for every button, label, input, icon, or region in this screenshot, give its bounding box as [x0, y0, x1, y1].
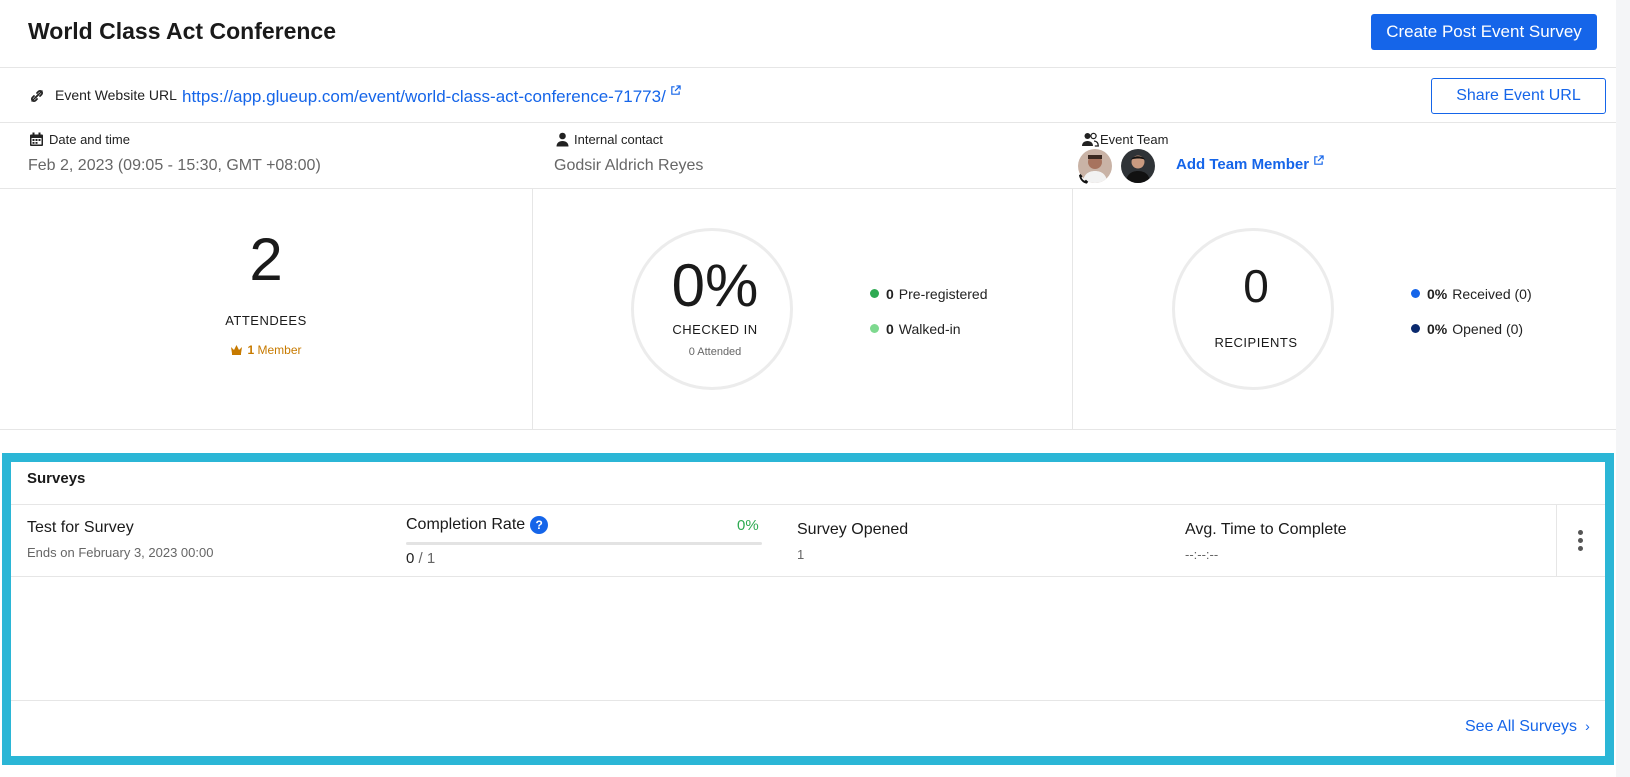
avg-time-value: --:--:--	[1185, 547, 1219, 562]
see-all-surveys-link[interactable]: See All Surveys ›	[1465, 718, 1590, 736]
attendees-label: ATTENDEES	[225, 313, 307, 328]
member-count: 1	[247, 343, 255, 357]
internal-contact-value: Godsir Aldrich Reyes	[554, 157, 704, 174]
completion-ratio: 0 / 1	[406, 550, 436, 567]
person-icon	[556, 132, 569, 147]
opened-legend: 0% Opened (0)	[1411, 321, 1523, 337]
checked-in-stat: 0% CHECKED IN 0 Attended 0 Pre-registered…	[532, 189, 1072, 430]
crown-icon	[231, 345, 243, 355]
external-link-icon	[671, 85, 681, 95]
event-url-row: Event Website URL https://app.glueup.com…	[0, 68, 1616, 123]
date-time-label: Date and time	[49, 132, 130, 147]
received-value: 0%	[1427, 286, 1448, 302]
opened-label: Opened (0)	[1452, 321, 1524, 337]
survey-opened-label: Survey Opened	[797, 521, 909, 538]
received-dot	[1411, 289, 1420, 298]
walked-in-legend: 0 Walked-in	[870, 321, 961, 337]
event-url-text: https://app.glueup.com/event/world-class…	[182, 87, 666, 106]
attendees-stat: 2 ATTENDEES 1 Member	[0, 189, 532, 430]
link-icon	[31, 90, 43, 102]
attendees-count: 2	[249, 226, 283, 293]
walked-in-value: 0	[886, 321, 894, 337]
survey-row[interactable]: Test for Survey Ends on February 3, 2023…	[11, 504, 1605, 577]
pre-registered-label: Pre-registered	[898, 286, 988, 302]
event-dashboard: World Class Act Conference Create Post E…	[0, 0, 1616, 777]
stats-divider	[1072, 189, 1073, 430]
chevron-right-icon: ›	[1585, 718, 1590, 734]
avatar-photo-2	[1121, 149, 1155, 183]
pre-registered-dot	[870, 289, 879, 298]
create-post-event-survey-button[interactable]: Create Post Event Survey	[1371, 14, 1597, 50]
total-count: 1	[426, 550, 436, 567]
completion-rate-label-group: Completion Rate?	[406, 516, 549, 534]
add-team-member-link[interactable]: Add Team Member	[1176, 155, 1324, 173]
recipients-stat: 0 RECIPIENTS 0% Received (0) 0% Opened (0)	[1072, 189, 1616, 430]
walked-in-label: Walked-in	[898, 321, 961, 337]
calendar-icon	[30, 132, 43, 146]
member-count-line: 1 Member	[0, 343, 532, 357]
date-time-value: Feb 2, 2023 (09:05 - 15:30, GMT +08:00)	[28, 157, 321, 174]
event-team-label: Event Team	[1100, 132, 1169, 147]
avg-time-label: Avg. Time to Complete	[1185, 521, 1347, 538]
scrollbar-track[interactable]	[1616, 0, 1630, 777]
external-link-icon	[1314, 155, 1324, 165]
surveys-panel: Surveys Test for Survey Ends on February…	[11, 462, 1605, 756]
surveys-footer-divider	[11, 700, 1605, 701]
attended-count: 0 Attended	[688, 346, 742, 358]
event-team-block: Event Team	[1060, 123, 1616, 189]
received-label: Received (0)	[1452, 286, 1532, 302]
recipients-label: RECIPIENTS	[1214, 335, 1298, 350]
pre-registered-value: 0	[886, 286, 894, 302]
member-label: Member	[257, 343, 302, 357]
completion-rate-label: Completion Rate	[406, 516, 526, 533]
date-time-block: Date and time Feb 2, 2023 (09:05 - 15:30…	[0, 123, 530, 189]
pre-registered-legend: 0 Pre-registered	[870, 286, 988, 302]
stats-section: 2 ATTENDEES 1 Member 0% CHECKED IN 0 Att…	[0, 189, 1616, 430]
share-event-url-button[interactable]: Share Event URL	[1431, 78, 1606, 114]
checked-in-label: CHECKED IN	[672, 322, 758, 337]
page-header: World Class Act Conference Create Post E…	[0, 0, 1616, 68]
event-url-label: Event Website URL	[55, 87, 177, 103]
help-icon[interactable]: ?	[530, 516, 549, 534]
team-icon	[1082, 132, 1099, 147]
event-info-row: Date and time Feb 2, 2023 (09:05 - 15:30…	[0, 123, 1616, 189]
survey-end-date: Ends on February 3, 2023 00:00	[27, 545, 214, 560]
survey-actions-menu[interactable]	[1556, 505, 1605, 576]
internal-contact-label: Internal contact	[574, 132, 663, 147]
add-team-member-text: Add Team Member	[1176, 156, 1310, 173]
completion-progress-bar	[406, 542, 762, 545]
page-title: World Class Act Conference	[28, 18, 337, 44]
survey-name: Test for Survey	[27, 519, 134, 536]
recipients-count: 0	[1243, 260, 1269, 312]
phone-icon	[1079, 174, 1089, 184]
stats-divider	[532, 189, 533, 430]
see-all-surveys-text: See All Surveys	[1465, 718, 1578, 735]
opened-value: 0%	[1427, 321, 1448, 337]
event-url-link[interactable]: https://app.glueup.com/event/world-class…	[182, 85, 681, 107]
checked-in-percent: 0%	[671, 252, 759, 319]
more-vertical-icon	[1578, 530, 1584, 552]
walked-in-dot	[870, 324, 879, 333]
survey-opened-value: 1	[797, 547, 805, 562]
opened-dot	[1411, 324, 1420, 333]
internal-contact-block: Internal contact Godsir Aldrich Reyes	[530, 123, 1060, 189]
received-legend: 0% Received (0)	[1411, 286, 1532, 302]
team-member-avatar[interactable]	[1121, 149, 1155, 183]
surveys-title: Surveys	[27, 470, 86, 487]
completion-rate-percent: 0%	[737, 517, 759, 534]
